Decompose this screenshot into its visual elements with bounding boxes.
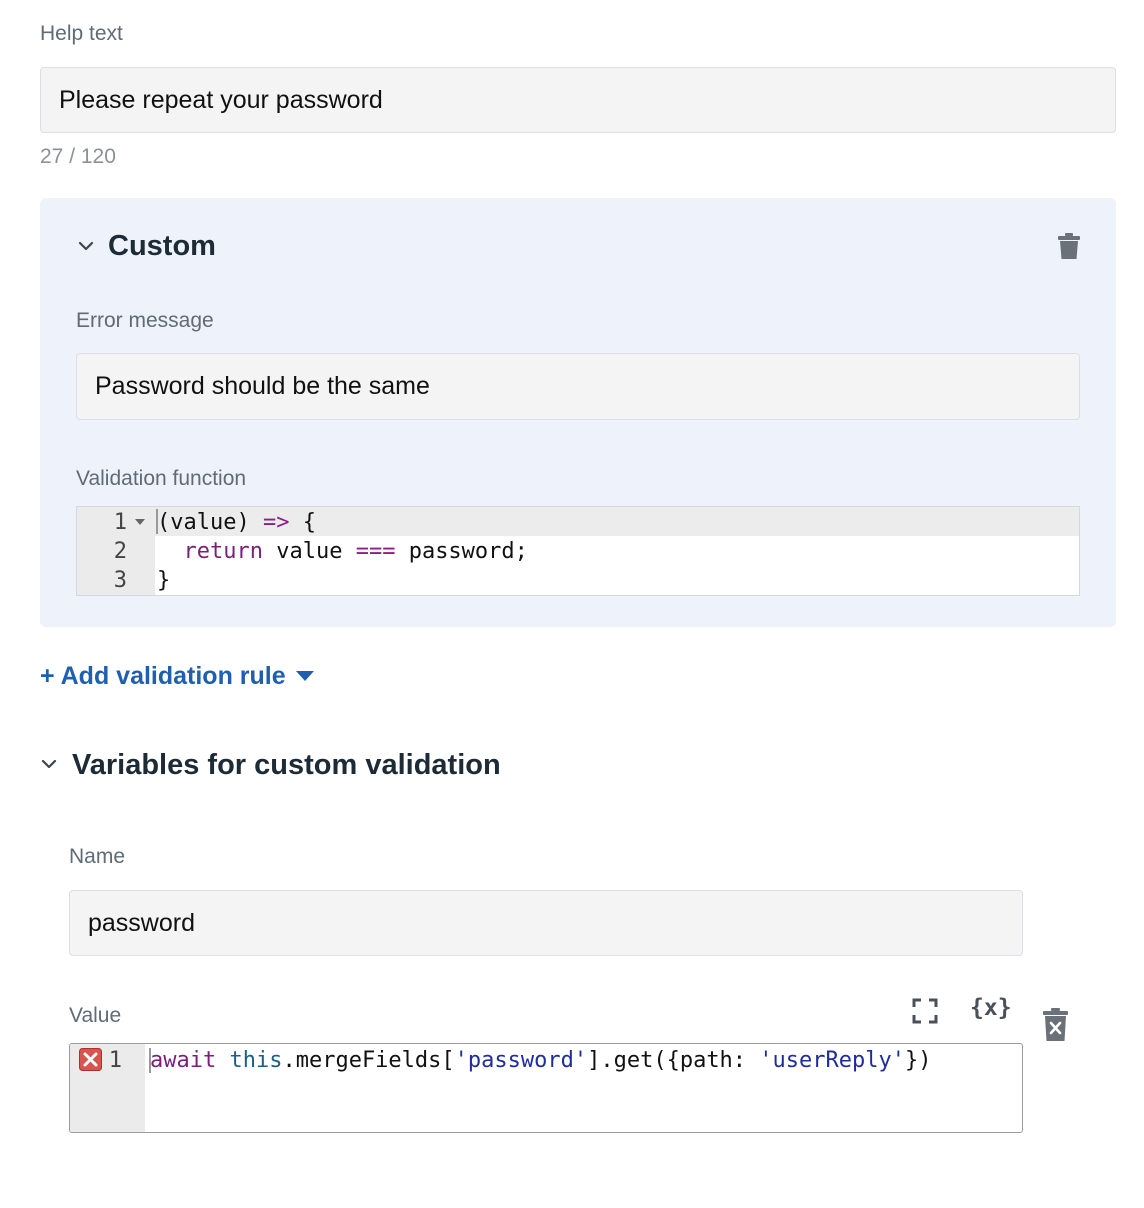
validation-function-label: Validation function [76, 467, 247, 490]
code-line: return value === password; [183, 539, 528, 564]
code-line: } [157, 568, 171, 593]
delete-variable-icon[interactable] [1043, 1008, 1068, 1042]
variable-value-label: Value [69, 1004, 122, 1027]
help-text-input[interactable]: Please repeat your password [40, 67, 1116, 133]
code-line: (value) => { [157, 510, 316, 535]
validation-function-editor[interactable]: 1 2 3 (value) => { return value === pass… [76, 506, 1080, 596]
code-line: await this.mergeFields['password'].get({… [150, 1048, 932, 1073]
line-number: 2 [113, 539, 127, 564]
variable-name-label: Name [69, 845, 126, 868]
fold-arrow-icon[interactable] [135, 519, 145, 526]
error-message-value: Password should be the same [95, 372, 430, 400]
chevron-down-icon[interactable] [76, 236, 96, 256]
add-validation-rule-button[interactable]: + Add validation rule [40, 662, 314, 691]
insert-variable-button[interactable]: {x} [970, 995, 1012, 1021]
variable-name-input[interactable]: password [69, 890, 1023, 956]
variable-value-editor[interactable]: 1 await this.mergeFields['password'].get… [69, 1043, 1023, 1133]
error-message-input[interactable]: Password should be the same [76, 353, 1080, 420]
line-number: 1 [113, 510, 127, 535]
help-text-label: Help text [40, 22, 123, 45]
add-validation-rule-label: + Add validation rule [40, 662, 286, 690]
custom-rule-title[interactable]: Custom [108, 230, 216, 263]
error-message-label: Error message [76, 309, 214, 332]
variables-section-title[interactable]: Variables for custom validation [72, 749, 501, 782]
chevron-down-icon[interactable] [39, 754, 59, 774]
error-icon[interactable] [79, 1048, 102, 1071]
character-counter: 27 / 120 [40, 145, 116, 168]
variable-name-value: password [88, 908, 195, 937]
caret-down-icon [295, 671, 314, 681]
trash-icon[interactable] [1058, 233, 1080, 260]
fullscreen-icon[interactable] [912, 998, 938, 1024]
line-number: 3 [113, 568, 127, 593]
line-number: 1 [108, 1048, 122, 1073]
help-text-value: Please repeat your password [59, 85, 383, 114]
